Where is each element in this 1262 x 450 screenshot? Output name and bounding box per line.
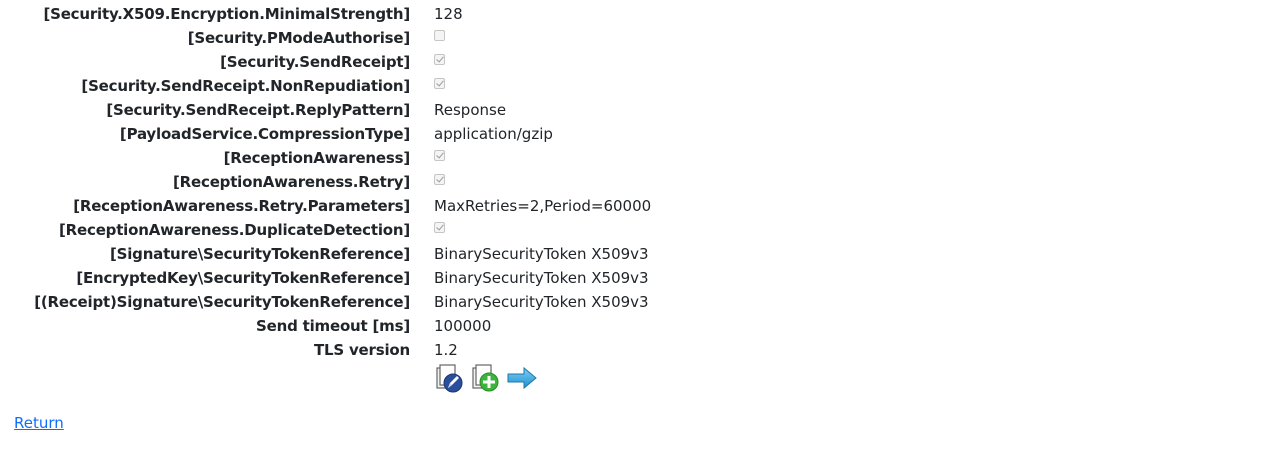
checked-checkbox [434,174,445,185]
property-label: [ReceptionAwareness.DuplicateDetection] [59,221,410,239]
property-row: [Signature\SecurityTokenReference] Binary… [0,242,1262,266]
property-value [434,221,445,239]
property-value: 128 [434,5,463,23]
property-label: [Security.X509.Encryption.MinimalStrengt… [43,5,410,23]
property-row: [PayloadService.CompressionType] applicat… [0,122,1262,146]
property-value: MaxRetries=2,Period=60000 [434,197,652,215]
property-row: [ReceptionAwareness.Retry.Parameters] Max… [0,194,1262,218]
property-row: [Security.X509.Encryption.MinimalStrengt… [0,2,1262,26]
property-value: BinarySecurityToken X509v3 [434,245,649,263]
checked-checkbox [434,78,445,89]
property-row: [EncryptedKey\SecurityTokenReference] Bin… [0,266,1262,290]
checked-checkbox [434,150,445,161]
property-value [434,77,445,95]
property-value: 100000 [434,317,492,335]
property-row: Send timeout [ms] 100000 [0,314,1262,338]
unchecked-checkbox [434,30,445,41]
property-label: TLS version [313,341,410,359]
property-label: [ReceptionAwareness.Retry] [173,173,410,191]
checked-checkbox [434,222,445,233]
property-label: [PayloadService.CompressionType] [119,125,410,143]
property-label: [Security.SendReceipt] [220,53,410,71]
property-row: [(Receipt)Signature\SecurityTokenReferen… [0,290,1262,314]
action-bar [434,362,538,394]
property-label: [Security.PModeAuthorise] [187,29,410,47]
property-row: [Security.SendReceipt] [0,50,1262,74]
edit-icon[interactable] [434,362,466,394]
property-row: TLS version 1.2 [0,338,1262,362]
property-value: Response [434,101,507,119]
property-label: Send timeout [ms] [256,317,410,335]
property-value: 1.2 [434,341,458,359]
properties-table: [Security.X509.Encryption.MinimalStrengt… [0,2,1262,362]
copy-add-icon[interactable] [470,362,502,394]
property-value [434,53,445,71]
property-value [434,29,445,47]
property-label: [(Receipt)Signature\SecurityTokenReferen… [34,293,410,311]
property-row: [ReceptionAwareness] [0,146,1262,170]
checked-checkbox [434,54,445,65]
property-label: [ReceptionAwareness] [223,149,411,167]
property-label: [ReceptionAwareness.Retry.Parameters] [73,197,410,215]
return-link[interactable]: Return [14,414,64,432]
property-value [434,149,445,167]
property-value: application/gzip [434,125,553,143]
property-label: [Security.SendReceipt.ReplyPattern] [106,101,410,119]
arrow-right-icon[interactable] [506,362,538,394]
property-value [434,173,445,191]
property-label: [Signature\SecurityTokenReference] [109,245,410,263]
property-row: [ReceptionAwareness.Retry] [0,170,1262,194]
property-label: [EncryptedKey\SecurityTokenReference] [76,269,410,287]
property-label: [Security.SendReceipt.NonRepudiation] [81,77,410,95]
property-row: [Security.PModeAuthorise] [0,26,1262,50]
property-row: [Security.SendReceipt.ReplyPattern] Respo… [0,98,1262,122]
property-value: BinarySecurityToken X509v3 [434,293,649,311]
property-row: [ReceptionAwareness.DuplicateDetection] [0,218,1262,242]
property-value: BinarySecurityToken X509v3 [434,269,649,287]
property-row: [Security.SendReceipt.NonRepudiation] [0,74,1262,98]
